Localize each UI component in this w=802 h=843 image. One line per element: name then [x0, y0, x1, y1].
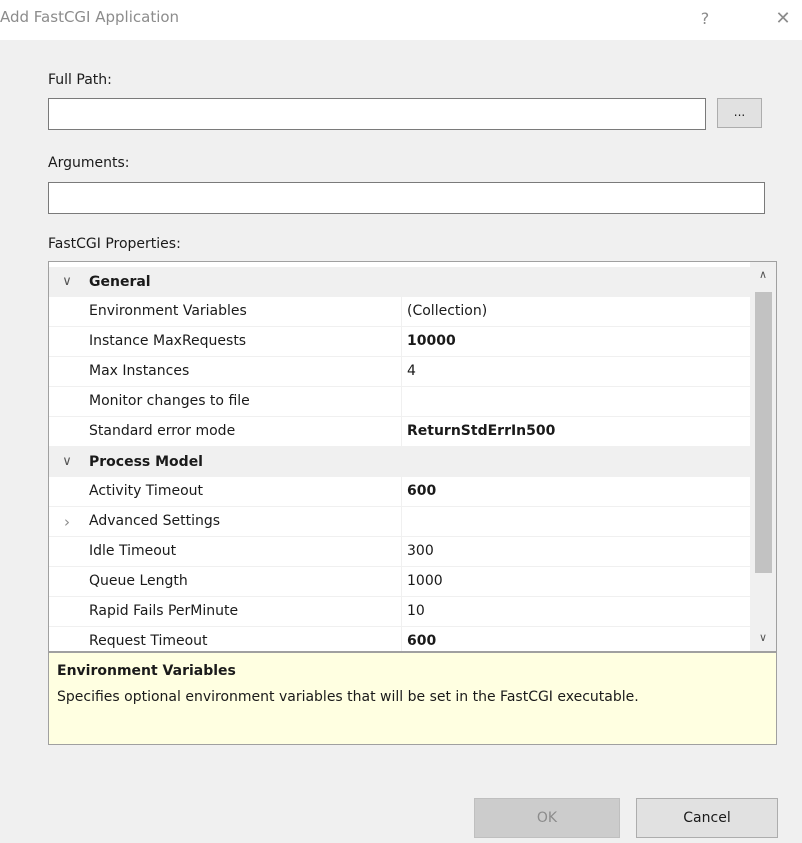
property-name: Rapid Fails PerMinute: [89, 597, 402, 626]
property-value[interactable]: ReturnStdErrIn500: [407, 417, 555, 446]
property-row-request-timeout[interactable]: Request Timeout 600: [49, 627, 750, 651]
description-panel: Environment Variables Specifies optional…: [48, 652, 777, 745]
title-bar: Add FastCGI Application ? ✕: [0, 0, 802, 40]
close-button[interactable]: ✕: [768, 4, 798, 34]
property-row-instance-maxrequests[interactable]: Instance MaxRequests 10000: [49, 327, 750, 357]
property-row-rapid-fails-perminute[interactable]: Rapid Fails PerMinute 10: [49, 597, 750, 627]
property-grid: ∨ General Environment Variables (Collect…: [48, 261, 777, 652]
help-icon: ?: [700, 9, 710, 28]
property-name: Environment Variables: [89, 297, 402, 326]
property-value[interactable]: 300: [407, 537, 434, 566]
ok-button[interactable]: OK: [474, 798, 620, 838]
property-name: Max Instances: [89, 357, 402, 386]
property-name: Monitor changes to file: [89, 387, 402, 416]
scroll-thumb[interactable]: [755, 292, 772, 573]
property-value[interactable]: 4: [407, 357, 416, 386]
chevron-down-icon[interactable]: ∨: [59, 447, 75, 477]
property-name: Queue Length: [89, 567, 402, 596]
description-text: Specifies optional environment variables…: [57, 689, 639, 705]
scroll-up-icon[interactable]: ∧: [750, 262, 776, 288]
property-row-queue-length[interactable]: Queue Length 1000: [49, 567, 750, 597]
property-name: Request Timeout: [89, 627, 402, 651]
dialog-title: Add FastCGI Application: [0, 8, 180, 26]
property-row-monitor-changes-to-file[interactable]: Monitor changes to file: [49, 387, 750, 417]
property-name: Instance MaxRequests: [89, 327, 402, 356]
property-row-environment-variables[interactable]: Environment Variables (Collection): [49, 297, 750, 327]
property-row-max-instances[interactable]: Max Instances 4: [49, 357, 750, 387]
property-row-advanced-settings[interactable]: › Advanced Settings: [49, 507, 750, 537]
property-value[interactable]: (Collection): [407, 297, 487, 326]
browse-button[interactable]: ...: [717, 98, 762, 128]
property-value[interactable]: 600: [407, 477, 436, 506]
category-general[interactable]: ∨ General: [49, 267, 750, 297]
scroll-down-icon[interactable]: ∨: [750, 625, 776, 651]
arguments-input[interactable]: [48, 182, 765, 214]
property-name: Advanced Settings: [89, 507, 402, 536]
property-row-idle-timeout[interactable]: Idle Timeout 300: [49, 537, 750, 567]
chevron-down-icon[interactable]: ∨: [59, 267, 75, 297]
property-value[interactable]: 10: [407, 597, 425, 626]
property-row-activity-timeout[interactable]: Activity Timeout 600: [49, 477, 750, 507]
close-icon: ✕: [775, 8, 791, 29]
category-process-model[interactable]: ∨ Process Model: [49, 447, 750, 477]
property-value[interactable]: 1000: [407, 567, 443, 596]
category-label: Process Model: [89, 454, 203, 470]
fastcgi-properties-label: FastCGI Properties:: [48, 236, 181, 252]
cancel-button[interactable]: Cancel: [636, 798, 778, 838]
property-row-standard-error-mode[interactable]: Standard error mode ReturnStdErrIn500: [49, 417, 750, 447]
vertical-scrollbar[interactable]: ∧ ∨: [750, 262, 776, 651]
property-value[interactable]: 10000: [407, 327, 456, 356]
category-label: General: [89, 274, 151, 290]
property-name: Activity Timeout: [89, 477, 402, 506]
full-path-input[interactable]: [48, 98, 706, 130]
chevron-right-icon[interactable]: ›: [59, 507, 75, 537]
property-value[interactable]: 600: [407, 627, 436, 651]
description-title: Environment Variables: [57, 663, 236, 679]
full-path-label: Full Path:: [48, 72, 112, 88]
property-name: Idle Timeout: [89, 537, 402, 566]
arguments-label: Arguments:: [48, 155, 130, 171]
help-button[interactable]: ?: [690, 4, 720, 34]
property-name: Standard error mode: [89, 417, 402, 446]
